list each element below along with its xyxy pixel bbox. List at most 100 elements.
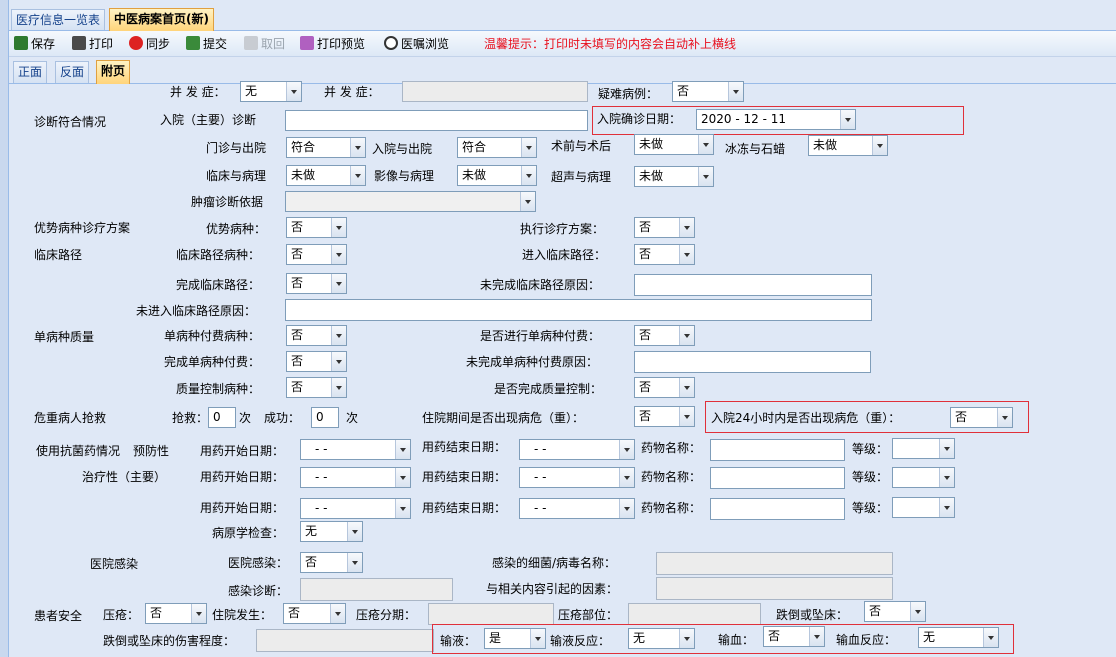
chevron-down-icon[interactable]	[331, 274, 346, 293]
infusion-reaction-select[interactable]: 无	[628, 628, 695, 649]
tab-front[interactable]: 正面	[13, 61, 48, 83]
chevron-down-icon[interactable]	[728, 82, 743, 101]
complication-field-2[interactable]	[402, 81, 588, 102]
sync-button[interactable]: 同步	[129, 35, 170, 53]
chevron-down-icon[interactable]	[840, 110, 855, 129]
chevron-down-icon[interactable]	[997, 408, 1012, 427]
chevron-down-icon[interactable]	[809, 627, 824, 646]
chevron-down-icon[interactable]	[395, 499, 410, 518]
print-preview-button[interactable]: 打印预览	[300, 35, 365, 53]
tab-medical-info-list[interactable]: 医疗信息一览表	[11, 9, 106, 30]
chevron-down-icon[interactable]	[698, 167, 713, 186]
print-button[interactable]: 打印	[72, 35, 113, 53]
tab-tcm-medical-record[interactable]: 中医病案首页(新)	[109, 8, 214, 31]
related-factor-input[interactable]	[656, 577, 893, 600]
single-pay-incomplete-input[interactable]	[634, 351, 871, 373]
within24-critical-select[interactable]: 否	[950, 407, 1013, 428]
clinical-pathology-select[interactable]: 未做	[286, 165, 366, 186]
tumor-basis-select[interactable]	[285, 191, 536, 212]
chevron-down-icon[interactable]	[191, 604, 206, 623]
chevron-down-icon[interactable]	[331, 326, 346, 345]
pathogen-check-select[interactable]: 无	[300, 521, 363, 542]
chevron-down-icon[interactable]	[679, 218, 694, 237]
fall-select[interactable]: 否	[864, 601, 926, 622]
chevron-down-icon[interactable]	[347, 553, 362, 572]
enter-pathway-select[interactable]: 否	[634, 244, 695, 265]
outpatient-discharge-select[interactable]: 符合	[286, 137, 366, 158]
infusion-select[interactable]: 是	[484, 628, 546, 649]
chevron-down-icon[interactable]	[520, 192, 535, 211]
ultrasound-pathology-select[interactable]: 未做	[634, 166, 714, 187]
antibiotic-end-date[interactable]: - -	[519, 467, 635, 488]
admit-discharge-select[interactable]: 符合	[457, 137, 537, 158]
retrieve-button[interactable]: 取回	[244, 35, 285, 53]
single-pay-disease-select[interactable]: 否	[286, 325, 347, 346]
preop-postop-select[interactable]: 未做	[634, 134, 714, 155]
chevron-down-icon[interactable]	[679, 326, 694, 345]
chevron-down-icon[interactable]	[350, 138, 365, 157]
imaging-pathology-select[interactable]: 未做	[457, 165, 537, 186]
chevron-down-icon[interactable]	[350, 166, 365, 185]
exec-plan-select[interactable]: 否	[634, 217, 695, 238]
chevron-down-icon[interactable]	[619, 440, 634, 459]
fall-degree-input[interactable]	[256, 629, 434, 652]
save-button[interactable]: 保存	[14, 35, 55, 53]
chevron-down-icon[interactable]	[330, 604, 345, 623]
antibiotic-drug-input[interactable]	[710, 467, 845, 489]
bacteria-name-input[interactable]	[656, 552, 893, 575]
complete-pathway-select[interactable]: 否	[286, 273, 347, 294]
hospital-infection-select[interactable]: 否	[300, 552, 363, 573]
pressure-stage-input[interactable]	[428, 603, 554, 625]
chevron-down-icon[interactable]	[395, 468, 410, 487]
antibiotic-start-date[interactable]: - -	[300, 439, 411, 460]
chevron-down-icon[interactable]	[331, 352, 346, 371]
chevron-down-icon[interactable]	[679, 245, 694, 264]
chevron-down-icon[interactable]	[939, 439, 954, 458]
chevron-down-icon[interactable]	[939, 498, 954, 517]
chevron-down-icon[interactable]	[679, 629, 694, 648]
antibiotic-level-select[interactable]	[892, 497, 955, 518]
transfusion-select[interactable]: 否	[763, 626, 825, 647]
chevron-down-icon[interactable]	[395, 440, 410, 459]
chevron-down-icon[interactable]	[910, 602, 925, 621]
chevron-down-icon[interactable]	[331, 378, 346, 397]
incomplete-pathway-reason-input[interactable]	[634, 274, 872, 296]
chevron-down-icon[interactable]	[619, 468, 634, 487]
antibiotic-start-date[interactable]: - -	[300, 467, 411, 488]
frozen-paraffin-select[interactable]: 未做	[808, 135, 888, 156]
antibiotic-end-date[interactable]: - -	[519, 439, 635, 460]
chevron-down-icon[interactable]	[286, 82, 301, 101]
chevron-down-icon[interactable]	[679, 378, 694, 397]
during-critical-select[interactable]: 否	[634, 406, 695, 427]
admit-main-diag-input[interactable]	[285, 110, 588, 131]
chevron-down-icon[interactable]	[331, 218, 346, 237]
order-browse-button[interactable]: 医嘱浏览	[384, 35, 449, 53]
chevron-down-icon[interactable]	[679, 407, 694, 426]
infection-diag-input[interactable]	[300, 578, 453, 601]
pressure-ulcer-select[interactable]: 否	[145, 603, 207, 624]
antibiotic-level-select[interactable]	[892, 467, 955, 488]
difficult-case-select[interactable]: 否	[672, 81, 744, 102]
tab-back[interactable]: 反面	[55, 61, 90, 83]
chevron-down-icon[interactable]	[521, 138, 536, 157]
antibiotic-drug-input[interactable]	[710, 439, 845, 461]
in-hospital-occur-select[interactable]: 否	[283, 603, 346, 624]
qc-done-select[interactable]: 否	[634, 377, 695, 398]
chevron-down-icon[interactable]	[939, 468, 954, 487]
success-count-input[interactable]: 0	[311, 407, 339, 428]
complication-select-1[interactable]: 无	[240, 81, 302, 102]
tab-appendix[interactable]: 附页	[96, 60, 131, 84]
chevron-down-icon[interactable]	[347, 522, 362, 541]
chevron-down-icon[interactable]	[521, 166, 536, 185]
pressure-site-input[interactable]	[628, 603, 761, 625]
antibiotic-drug-input[interactable]	[710, 498, 845, 520]
rescue-count-input[interactable]: 0	[208, 407, 236, 428]
antibiotic-end-date[interactable]: - -	[519, 498, 635, 519]
single-pay-done-select[interactable]: 否	[634, 325, 695, 346]
antibiotic-level-select[interactable]	[892, 438, 955, 459]
chevron-down-icon[interactable]	[619, 499, 634, 518]
advantage-disease-select[interactable]: 否	[286, 217, 347, 238]
antibiotic-start-date[interactable]: - -	[300, 498, 411, 519]
chevron-down-icon[interactable]	[331, 245, 346, 264]
single-pay-complete-select[interactable]: 否	[286, 351, 347, 372]
